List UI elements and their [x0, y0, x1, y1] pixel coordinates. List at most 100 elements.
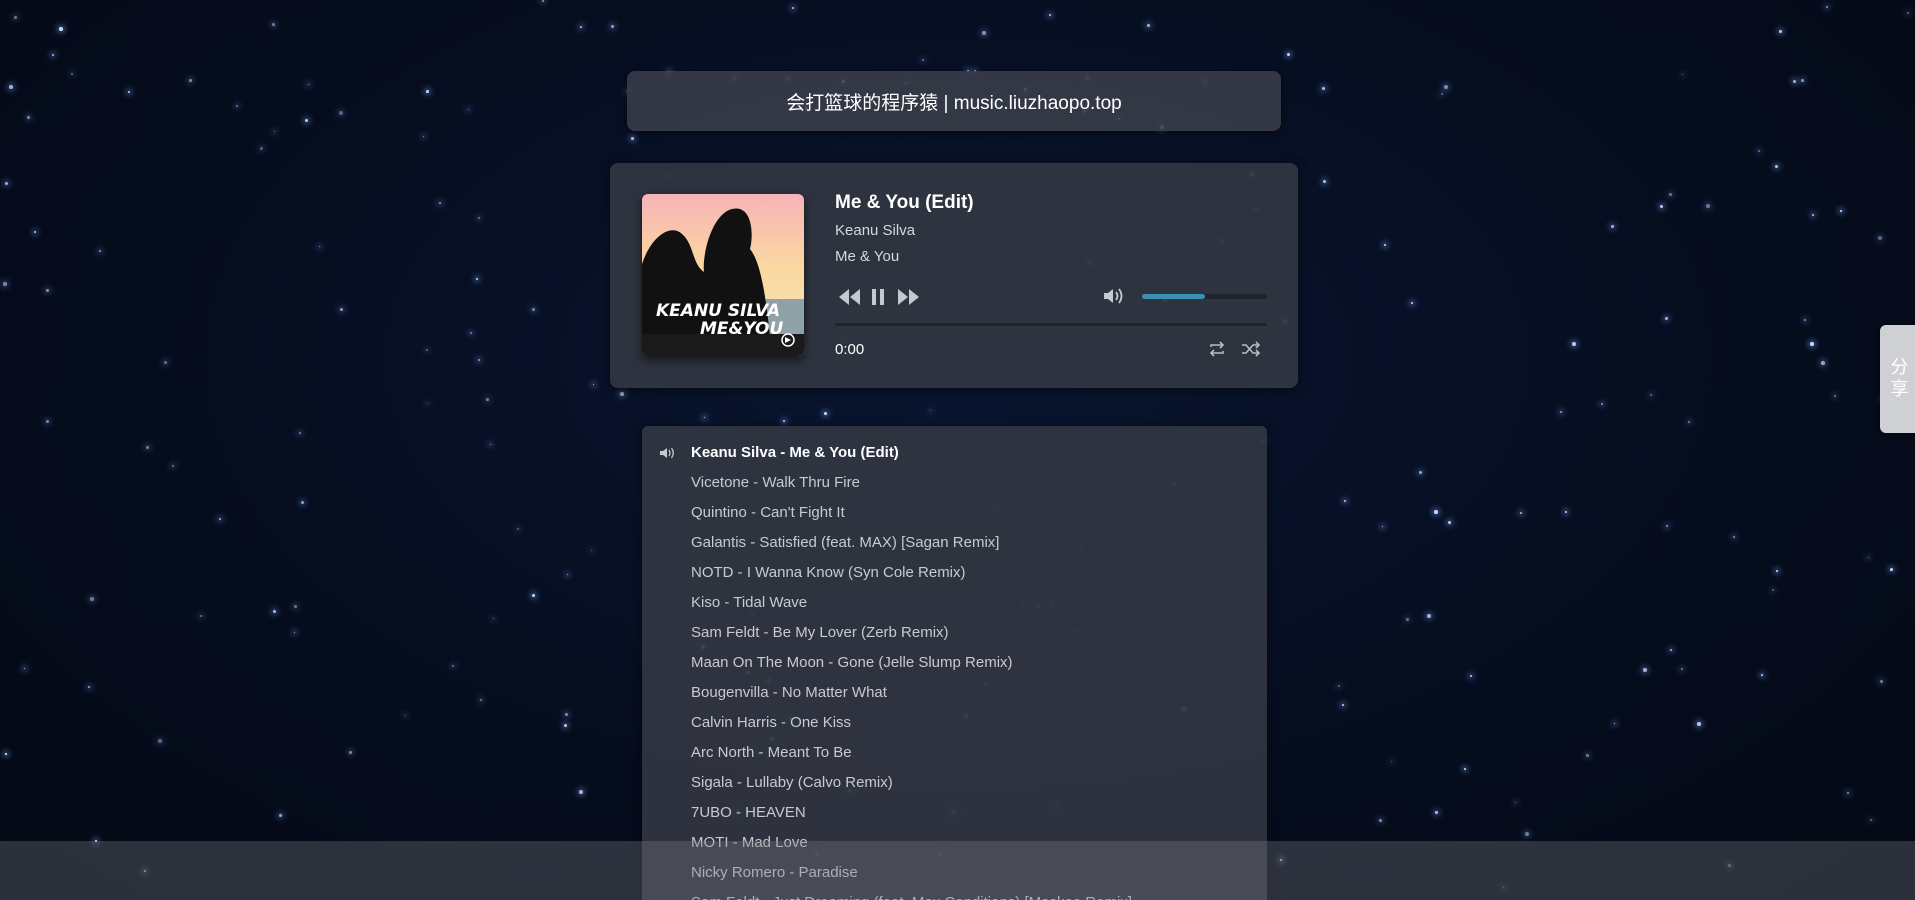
star [128, 91, 131, 94]
star [340, 308, 344, 312]
star [1448, 521, 1451, 524]
star [272, 23, 275, 26]
star [478, 359, 481, 362]
star [611, 25, 615, 29]
star [1775, 165, 1779, 169]
star [1907, 12, 1909, 14]
volume-slider[interactable] [1142, 294, 1267, 299]
star [1697, 722, 1701, 726]
star [1444, 85, 1448, 89]
star [1670, 649, 1673, 652]
star [1650, 394, 1653, 397]
star [468, 109, 470, 111]
playlist-item[interactable]: Quintino - Can't Fight It [691, 504, 845, 521]
playlist-item[interactable]: Keanu Silva - Me & You (Edit) [691, 444, 899, 461]
volume-icon [1104, 288, 1123, 304]
repeat-icon [1209, 341, 1225, 357]
star [99, 250, 102, 253]
star [9, 85, 13, 89]
playlist-item[interactable]: Kiso - Tidal Wave [691, 594, 807, 611]
star [480, 699, 483, 702]
star [1669, 193, 1672, 196]
star [1427, 614, 1431, 618]
volume-button[interactable] [1102, 286, 1126, 306]
bottom-overlay-band [0, 841, 1915, 900]
star [476, 278, 479, 281]
star [1572, 342, 1576, 346]
fast-forward-button[interactable] [896, 287, 920, 307]
star [1665, 317, 1669, 321]
star [158, 739, 162, 743]
playlist-item[interactable]: NOTD - I Wanna Know (Syn Cole Remix) [691, 564, 966, 581]
share-button[interactable]: 分享 [1880, 325, 1915, 433]
current-time: 0:00 [835, 341, 865, 358]
volume-level [1142, 294, 1205, 299]
playlist-item[interactable]: Sigala - Lullaby (Calvo Remix) [691, 774, 893, 791]
star [1419, 471, 1423, 475]
playlist-item[interactable]: 7UBO - HEAVEN [691, 804, 806, 821]
star [1890, 568, 1893, 571]
star [620, 392, 624, 396]
star [532, 308, 535, 311]
star [1847, 792, 1850, 795]
playlist: Keanu Silva - Me & You (Edit) Vicetone - … [642, 426, 1267, 900]
star [1776, 570, 1778, 572]
playlist-item[interactable]: Maan On The Moon - Gone (Jelle Slump Rem… [691, 654, 1013, 671]
star [824, 412, 827, 415]
site-title: 会打篮球的程序猿 | music.liuzhaopo.top [786, 92, 1122, 114]
star [1565, 511, 1568, 514]
star [1384, 244, 1387, 247]
star [1660, 205, 1663, 208]
star [579, 790, 583, 794]
star [426, 90, 429, 93]
star [319, 246, 321, 248]
album-cover: KEANU SILVA ME&YOU [642, 194, 804, 356]
star [1411, 302, 1414, 305]
star [279, 814, 282, 817]
star [1560, 411, 1562, 413]
star [24, 668, 26, 670]
star [299, 432, 302, 435]
rewind-button[interactable] [838, 287, 862, 307]
star [59, 27, 63, 31]
star [1666, 525, 1669, 528]
star [1840, 210, 1842, 212]
star [273, 610, 276, 613]
playlist-item[interactable]: Arc North - Meant To Be [691, 744, 852, 761]
playlist-item[interactable]: Galantis - Satisfied (feat. MAX) [Sagan … [691, 534, 999, 551]
star [294, 632, 296, 634]
star [1434, 510, 1438, 514]
star [1733, 536, 1735, 538]
star [493, 618, 495, 620]
star [930, 410, 931, 411]
page-background: 会打篮球的程序猿 | music.liuzhaopo.top KEANU SIL… [0, 0, 1915, 900]
star [1812, 214, 1814, 216]
star [172, 465, 175, 468]
star [1287, 53, 1291, 57]
star [5, 182, 8, 185]
playlist-item[interactable]: Vicetone - Walk Thru Fire [691, 474, 860, 491]
star [1470, 675, 1472, 677]
star [591, 550, 593, 552]
star [1793, 80, 1796, 83]
star [294, 605, 297, 608]
star [1322, 87, 1326, 91]
progress-bar[interactable] [835, 323, 1267, 326]
playlist-item[interactable]: Calvin Harris - One Kiss [691, 714, 851, 731]
star [1706, 204, 1710, 208]
star [439, 202, 442, 205]
star [478, 217, 481, 220]
star [236, 105, 238, 107]
fast-forward-icon [898, 289, 919, 305]
star [1406, 618, 1410, 622]
shuffle-button[interactable] [1241, 341, 1261, 357]
star [1525, 832, 1529, 836]
pause-button[interactable] [870, 287, 886, 307]
playlist-item[interactable]: Sam Feldt - Be My Lover (Zerb Remix) [691, 624, 949, 641]
playlist-item[interactable]: Bougenvilla - No Matter What [691, 684, 887, 701]
star [405, 715, 407, 717]
cover-text-line2: ME&YOU [700, 319, 784, 339]
star [71, 73, 73, 75]
star [52, 54, 54, 56]
repeat-button[interactable] [1207, 341, 1227, 357]
